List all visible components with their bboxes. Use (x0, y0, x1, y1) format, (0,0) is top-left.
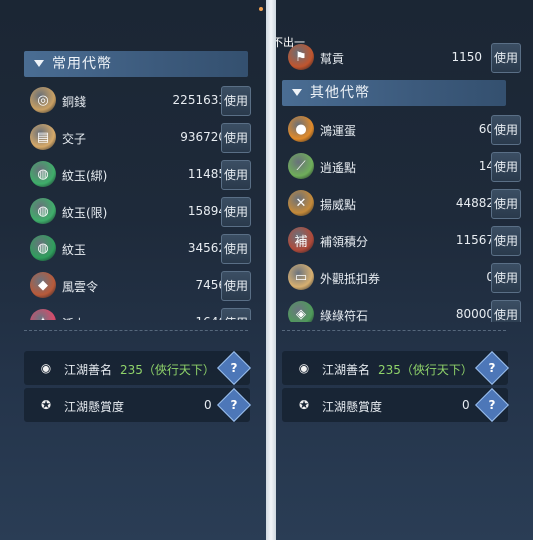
help-glyph: ? (230, 361, 238, 375)
reputation-value: 235（俠行天下） (378, 363, 473, 377)
bounty-value: 0 (204, 398, 212, 412)
token-row: ◈ 綠綠符石 80000 使用 (288, 299, 531, 322)
bounty-row: ✪ 江湖懸賞度 0 ? (24, 388, 251, 422)
bounty-label: 江湖懸賞度 (64, 400, 125, 414)
use-button[interactable]: 使用 (491, 152, 521, 182)
use-button[interactable]: 使用 (221, 234, 251, 264)
reputation-label: 江湖善名 (322, 363, 371, 377)
mask-icon: ◉ (298, 361, 310, 375)
panel-divider (266, 0, 276, 540)
token-row: ⟋ 逍遙點 14 使用 (288, 151, 531, 183)
use-button[interactable]: 使用 (221, 271, 251, 301)
token-list[interactable]: ● 鴻運蛋 60 使用 ⟋ 逍遙點 14 使用 ✕ 揚威點 44882 使用補補領積分 11567 使用 ▭… (276, 0, 533, 322)
token-row: ◆ 風雲令 7456 使用 (30, 270, 266, 302)
egg-icon: ● (288, 116, 314, 142)
use-button[interactable]: 使用 (221, 308, 251, 320)
reputation-help-button[interactable]: ? (217, 351, 251, 385)
use-button[interactable]: 使用 (221, 86, 251, 116)
use-button[interactable]: 使用 (491, 263, 521, 293)
dashed-divider (282, 330, 506, 332)
token-value: 11567 (455, 233, 494, 247)
use-button[interactable]: 使用 (491, 115, 521, 145)
token-row: ✕ 揚威點 44882 使用 (288, 188, 531, 220)
stone-icon: ◈ (288, 301, 314, 322)
jade-icon: ◍ (30, 161, 56, 187)
jade-icon: ◍ (30, 235, 56, 261)
bounty-emblem-icon: ✪ (40, 398, 52, 412)
token-value: 80000 (455, 307, 494, 321)
bounty-row: ✪ 江湖懸賞度 0 ? (282, 388, 509, 422)
token-name: 外觀抵扣券 (320, 272, 381, 286)
bounty-emblem-icon: ✪ (298, 398, 310, 412)
seal-icon: 補 (288, 227, 314, 253)
token-row: ◍ 紋玉(限) 15894 使用 (30, 196, 266, 228)
bounty-value: 0 (462, 398, 470, 412)
help-glyph: ? (230, 398, 238, 412)
dashed-divider (24, 330, 248, 332)
use-button[interactable]: 使用 (491, 226, 521, 256)
use-button[interactable]: 使用 (221, 160, 251, 190)
reputation-label: 江湖善名 (64, 363, 113, 377)
token-name: 風雲令 (62, 280, 99, 294)
token-name: 補領積分 (320, 235, 369, 249)
token-name: 紋玉(綁) (62, 169, 108, 183)
right-panel: 不出一 ⚑ 幫貢 1150 使用 其他代幣 ● 鴻運蛋 60 使用 ⟋ 逍遙點 14 使用 ✕ 揚… (276, 0, 533, 540)
left-panel: 常用代幣 ◎ 銅錢 2251633 使用 ▤ 交子 936720 使用 ◍ 紋玉(綁) 11485 使… (0, 0, 266, 540)
token-name: 銅錢 (62, 95, 87, 109)
use-button[interactable]: 使用 (221, 123, 251, 153)
mask-icon: ◉ (40, 361, 52, 375)
token-row: ▭外觀抵扣券0使用 (288, 262, 531, 294)
reputation-help-button[interactable]: ? (475, 351, 509, 385)
token-name: 活力 (62, 315, 86, 320)
ticket-icon: ▭ (288, 264, 314, 290)
token-value: 936720 (180, 130, 226, 144)
reputation-row: ◉ 江湖善名 235（俠行天下） ? (24, 351, 251, 385)
token-row: ✦活力1646使用 (30, 307, 266, 320)
bounty-help-button[interactable]: ? (475, 388, 509, 422)
token-name: 鴻運蛋 (320, 124, 357, 138)
token-name: 逍遙點 (320, 161, 357, 175)
weapons-icon: ✕ (288, 190, 314, 216)
coin-icon: ◎ (30, 87, 56, 113)
use-button[interactable]: 使用 (491, 189, 521, 219)
token-row: ● 鴻運蛋 60 使用 (288, 114, 531, 146)
token-name: 綠綠符石 (320, 309, 369, 322)
token-list[interactable]: ◎ 銅錢 2251633 使用 ▤ 交子 936720 使用 ◍ 紋玉(綁) 11485 使用 ◍ 紋玉(… (0, 0, 266, 320)
token-name: 交子 (62, 132, 87, 146)
bamboo-icon: ⟋ (288, 153, 314, 179)
token-name: 揚威點 (320, 198, 357, 212)
help-glyph: ? (488, 361, 496, 375)
bounty-label: 江湖懸賞度 (322, 400, 383, 414)
use-button[interactable]: 使用 (491, 300, 521, 322)
token-icon: ◆ (30, 272, 56, 298)
bounty-help-button[interactable]: ? (217, 388, 251, 422)
help-glyph: ? (488, 398, 496, 412)
paper-note-icon: ▤ (30, 124, 56, 150)
reputation-value: 235（俠行天下） (120, 363, 215, 377)
token-name: 紋玉 (62, 243, 87, 257)
token-row: ▤ 交子 936720 使用 (30, 122, 266, 154)
token-value: 44882 (455, 196, 494, 210)
token-row: ◎ 銅錢 2251633 使用 (30, 85, 266, 117)
token-row: 補補領積分 11567 使用 (288, 225, 531, 257)
use-button[interactable]: 使用 (221, 197, 251, 227)
token-row: ◍ 紋玉(綁) 11485 使用 (30, 159, 266, 191)
energy-icon: ✦ (30, 309, 56, 320)
token-row: ◍ 紋玉 34562 使用 (30, 233, 266, 265)
reputation-row: ◉ 江湖善名 235（俠行天下） ? (282, 351, 509, 385)
token-value: 2251633 (172, 93, 226, 107)
jade-icon: ◍ (30, 198, 56, 224)
token-name: 紋玉(限) (62, 206, 108, 220)
